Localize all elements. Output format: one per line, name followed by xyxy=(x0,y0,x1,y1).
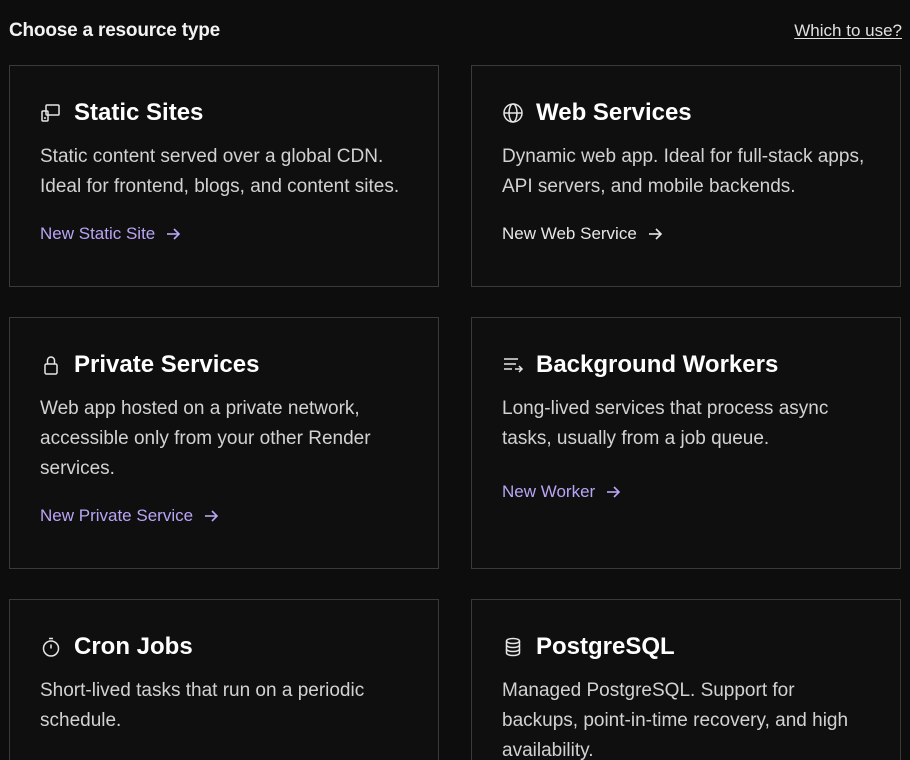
card-description: Long-lived services that process async t… xyxy=(502,398,829,449)
new-static-site-link[interactable]: New Static Site xyxy=(40,224,181,244)
card-web-services[interactable]: Web Services Dynamic web app. Ideal for … xyxy=(471,65,901,287)
static-site-icon xyxy=(40,102,62,124)
database-icon xyxy=(502,636,524,658)
link-label: New Worker xyxy=(502,482,596,501)
lock-icon xyxy=(40,354,62,376)
card-private-services[interactable]: Private Services Web app hosted on a pri… xyxy=(9,317,439,569)
stopwatch-icon xyxy=(40,636,62,658)
card-title-row: Background Workers xyxy=(502,348,870,382)
card-title-row: Cron Jobs xyxy=(40,630,408,664)
card-title: Static Sites xyxy=(74,99,204,126)
arrow-right-icon xyxy=(205,510,219,522)
card-title-row: Web Services xyxy=(502,96,870,130)
card-description: Dynamic web app. Ideal for full-stack ap… xyxy=(502,146,865,197)
page-title: Choose a resource type xyxy=(9,20,221,41)
card-title: Background Workers xyxy=(536,351,779,378)
arrow-right-icon xyxy=(648,228,662,240)
arrow-right-icon xyxy=(167,228,181,240)
card-title: PostgreSQL xyxy=(536,633,675,660)
card-background-workers[interactable]: Background Workers Long-lived services t… xyxy=(471,317,901,569)
card-postgresql[interactable]: PostgreSQL Managed PostgreSQL. Support f… xyxy=(471,599,901,760)
card-description: Static content served over a global CDN.… xyxy=(40,146,400,197)
card-title: Web Services xyxy=(536,99,692,126)
card-title-row: Private Services xyxy=(40,348,408,382)
card-title: Cron Jobs xyxy=(74,633,193,660)
card-description: Managed PostgreSQL. Support for backups,… xyxy=(502,680,849,760)
card-static-sites[interactable]: Static Sites Static content served over … xyxy=(9,65,439,287)
list-arrow-icon xyxy=(502,354,524,376)
card-title-row: PostgreSQL xyxy=(502,630,870,664)
card-title-row: Static Sites xyxy=(40,96,408,130)
arrow-right-icon xyxy=(607,486,621,498)
card-cron-jobs[interactable]: Cron Jobs Short-lived tasks that run on … xyxy=(9,599,439,760)
card-description: Short-lived tasks that run on a periodic… xyxy=(40,680,365,731)
which-to-use-link[interactable]: Which to use? xyxy=(794,21,902,41)
link-label: New Static Site xyxy=(40,224,156,243)
link-label: New Web Service xyxy=(502,224,637,243)
card-description: Web app hosted on a private network, acc… xyxy=(40,398,371,479)
globe-icon xyxy=(502,102,524,124)
new-worker-link[interactable]: New Worker xyxy=(502,482,621,502)
resource-type-page: Choose a resource type Which to use? Sta… xyxy=(0,0,910,760)
new-web-service-link[interactable]: New Web Service xyxy=(502,224,663,244)
new-private-service-link[interactable]: New Private Service xyxy=(40,506,219,526)
header: Choose a resource type Which to use? xyxy=(9,16,902,46)
card-title: Private Services xyxy=(74,351,260,378)
link-label: New Private Service xyxy=(40,506,194,525)
